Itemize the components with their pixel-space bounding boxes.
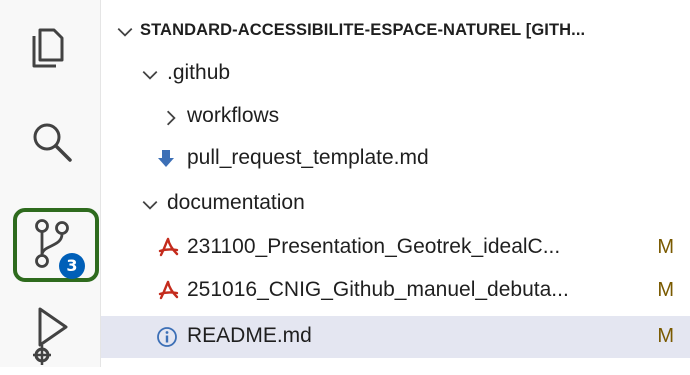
tree-item-label: workflows xyxy=(187,104,280,127)
activity-bar: 3 xyxy=(0,0,101,367)
tree-folder-workflows[interactable]: workflows xyxy=(101,98,690,136)
pdf-icon xyxy=(158,237,179,257)
download-arrow-icon xyxy=(158,150,174,167)
info-icon xyxy=(157,327,177,347)
git-modified-status: M xyxy=(657,325,674,347)
explorer-root-label: STANDARD-ACCESSIBILITE-ESPACE-NATUREL [G… xyxy=(140,21,586,39)
tree-item-label: 251016_CNIG_Github_manuel_debuta... xyxy=(187,278,569,301)
tree-item-label: README.md xyxy=(187,324,312,347)
tree-folder-documentation[interactable]: documentation xyxy=(101,185,690,223)
search-activity[interactable] xyxy=(0,104,100,184)
explorer-panel: STANDARD-ACCESSIBILITE-ESPACE-NATUREL [G… xyxy=(101,0,690,367)
git-modified-status: M xyxy=(657,279,674,301)
tree-item-label: pull_request_template.md xyxy=(187,146,429,169)
tree-file-readme[interactable]: README.md M xyxy=(101,316,690,358)
explorer-activity[interactable] xyxy=(0,4,100,84)
pdf-icon xyxy=(158,280,179,300)
tree-file-pdf-manuel[interactable]: 251016_CNIG_Github_manuel_debuta... M xyxy=(101,272,690,310)
chevron-down-icon xyxy=(142,200,158,210)
tree-file-pull-request-template[interactable]: pull_request_template.md xyxy=(101,140,690,178)
search-icon xyxy=(33,123,72,162)
run-debug-activity[interactable] xyxy=(0,295,100,375)
chevron-down-icon xyxy=(142,70,158,80)
tree-folder-github[interactable]: .github xyxy=(101,55,690,93)
files-icon xyxy=(32,28,64,68)
run-debug-icon xyxy=(33,307,68,365)
chevron-right-icon xyxy=(166,110,176,126)
tree-item-label: documentation xyxy=(167,191,305,214)
chevron-down-icon xyxy=(117,27,133,37)
source-control-badge: 3 xyxy=(59,253,85,279)
tree-item-label: .github xyxy=(167,61,231,84)
source-control-highlight xyxy=(13,208,99,282)
explorer-root-header[interactable]: STANDARD-ACCESSIBILITE-ESPACE-NATUREL [G… xyxy=(101,12,690,50)
tree-item-label: 231100_Presentation_Geotrek_idealC... xyxy=(187,235,561,258)
tree-file-pdf-presentation[interactable]: 231100_Presentation_Geotrek_idealC... M xyxy=(101,229,690,267)
git-modified-status: M xyxy=(657,236,674,258)
